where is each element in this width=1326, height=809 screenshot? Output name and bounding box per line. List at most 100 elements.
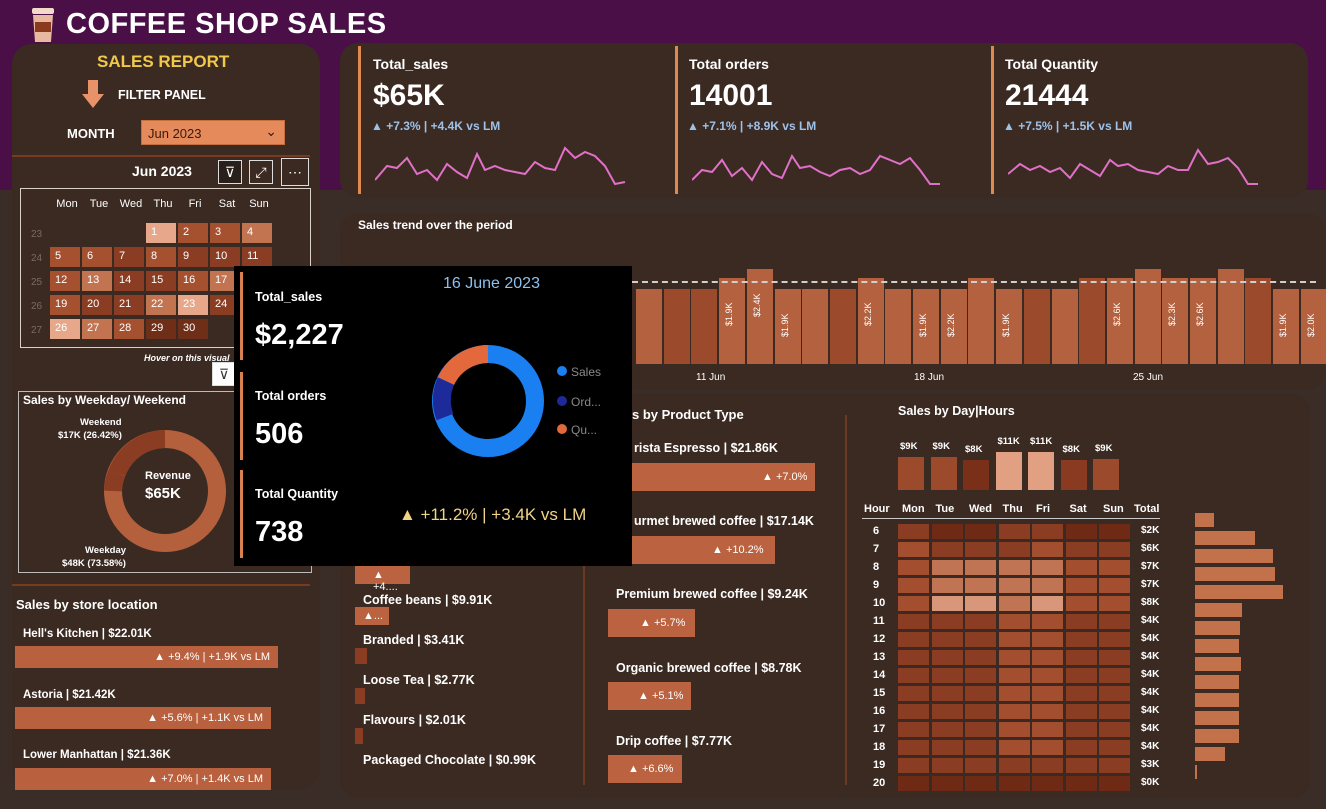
heatmap-cell[interactable] (997, 541, 1031, 558)
day-total-bar[interactable] (1093, 459, 1119, 490)
heatmap-cell[interactable] (897, 667, 930, 684)
heatmap-cell[interactable] (930, 667, 964, 684)
heatmap-cell[interactable] (1098, 577, 1131, 594)
heatmap-cell[interactable] (1064, 685, 1098, 702)
heatmap-cell[interactable] (1064, 721, 1098, 738)
heatmap-cell[interactable] (1098, 631, 1131, 648)
heatmap-cell[interactable] (1031, 649, 1064, 666)
heatmap-cell[interactable] (1064, 559, 1098, 576)
product-bar[interactable]: ▲ +10.2% (632, 536, 775, 564)
trend-bar[interactable] (1023, 289, 1050, 364)
heatmap-cell[interactable] (1031, 739, 1064, 756)
filter-icon[interactable]: ⊽ (212, 362, 236, 386)
trend-bar[interactable] (1217, 269, 1244, 364)
heatmap-cell[interactable] (930, 631, 964, 648)
heatmap-cell[interactable] (997, 757, 1031, 774)
trend-bar[interactable] (829, 289, 856, 364)
heatmap-cell[interactable] (997, 649, 1031, 666)
calendar-day-cell[interactable]: 29 (146, 319, 176, 339)
heatmap-cell[interactable] (997, 775, 1031, 792)
calendar-day-cell[interactable]: 20 (82, 295, 112, 315)
store-bar[interactable]: ▲ +5.6% | +1.1K vs LM (15, 707, 271, 729)
filter-icon[interactable]: ⊽ (218, 160, 242, 184)
heatmap-cell[interactable] (897, 613, 930, 630)
heatmap-cell[interactable] (1031, 559, 1064, 576)
store-bar[interactable]: ▲ +9.4% | +1.9K vs LM (15, 646, 278, 668)
heatmap-cell[interactable] (930, 613, 964, 630)
heatmap-cell[interactable] (964, 721, 997, 738)
calendar-day-cell[interactable]: 2 (178, 223, 208, 243)
heatmap-cell[interactable] (897, 541, 930, 558)
product-bar[interactable]: ▲ +6.6% (608, 755, 682, 783)
heatmap-cell[interactable] (930, 703, 964, 720)
hour-total-bar[interactable] (1195, 621, 1240, 635)
hour-total-bar[interactable] (1195, 603, 1242, 617)
heatmap-cell[interactable] (1098, 595, 1131, 612)
heatmap-cell[interactable] (930, 523, 964, 540)
trend-bar[interactable] (691, 289, 718, 364)
heatmap-cell[interactable] (1098, 685, 1131, 702)
trend-bar[interactable] (1245, 278, 1272, 364)
calendar-day-cell[interactable]: 28 (114, 319, 144, 339)
heatmap-cell[interactable] (930, 541, 964, 558)
heatmap-cell[interactable] (1098, 739, 1131, 756)
hour-total-bar[interactable] (1195, 531, 1255, 545)
product-bar[interactable] (355, 688, 365, 704)
heatmap-cell[interactable] (1064, 595, 1098, 612)
heatmap-cell[interactable] (897, 559, 930, 576)
heatmap-cell[interactable] (997, 559, 1031, 576)
product-bar[interactable]: ▲ +4.... (355, 566, 410, 593)
trend-bar[interactable] (968, 278, 995, 364)
calendar-day-cell[interactable]: 22 (146, 295, 176, 315)
heatmap-cell[interactable] (897, 631, 930, 648)
heatmap-cell[interactable] (964, 631, 997, 648)
heatmap-cell[interactable] (997, 739, 1031, 756)
heatmap-cell[interactable] (897, 775, 930, 792)
heatmap-cell[interactable] (997, 523, 1031, 540)
day-total-bar[interactable] (930, 457, 957, 490)
heatmap-cell[interactable] (1098, 523, 1131, 540)
product-bar[interactable] (355, 728, 363, 744)
heatmap-cell[interactable] (997, 685, 1031, 702)
heatmap-cell[interactable] (1064, 757, 1098, 774)
heatmap-cell[interactable] (1031, 667, 1064, 684)
heatmap-cell[interactable] (964, 649, 997, 666)
heatmap-cell[interactable] (930, 775, 964, 792)
calendar-day-cell[interactable]: 9 (178, 247, 208, 267)
product-bar[interactable]: ▲ +5.1% (608, 682, 691, 710)
heatmap-cell[interactable] (930, 649, 964, 666)
heatmap-cell[interactable] (897, 703, 930, 720)
calendar-day-cell[interactable]: 21 (114, 295, 144, 315)
heatmap-cell[interactable] (997, 595, 1031, 612)
calendar-day-cell[interactable]: 3 (210, 223, 240, 243)
heatmap-cell[interactable] (1031, 775, 1064, 792)
calendar-day-cell[interactable]: 14 (114, 271, 144, 291)
calendar-day-cell[interactable]: 11 (242, 247, 272, 267)
heatmap-cell[interactable] (1031, 685, 1064, 702)
calendar-day-cell[interactable]: 13 (82, 271, 112, 291)
heatmap-cell[interactable] (997, 703, 1031, 720)
calendar-day-cell[interactable]: 16 (178, 271, 208, 291)
calendar-day-cell[interactable]: 26 (50, 319, 80, 339)
product-bar[interactable]: ▲ +5.7% (608, 609, 695, 637)
heatmap-cell[interactable] (930, 721, 964, 738)
heatmap-cell[interactable] (897, 649, 930, 666)
day-total-bar[interactable] (898, 457, 924, 490)
heatmap-cell[interactable] (897, 739, 930, 756)
heatmap-cell[interactable] (1064, 667, 1098, 684)
heatmap-cell[interactable] (897, 685, 930, 702)
heatmap-cell[interactable] (1098, 703, 1131, 720)
day-total-bar[interactable] (1060, 460, 1087, 490)
heatmap-cell[interactable] (930, 739, 964, 756)
trend-bar[interactable] (802, 289, 829, 364)
calendar-day-cell[interactable]: 6 (82, 247, 112, 267)
heatmap-cell[interactable] (930, 685, 964, 702)
trend-bar[interactable] (885, 289, 912, 364)
day-total-bar[interactable] (995, 452, 1022, 490)
store-bar[interactable]: ▲ +7.0% | +1.4K vs LM (15, 768, 271, 790)
heatmap-cell[interactable] (997, 721, 1031, 738)
heatmap-cell[interactable] (997, 577, 1031, 594)
heatmap-cell[interactable] (1031, 703, 1064, 720)
hour-total-bar[interactable] (1195, 567, 1275, 581)
month-dropdown[interactable]: Jun 2023 ⌄ (141, 120, 285, 145)
